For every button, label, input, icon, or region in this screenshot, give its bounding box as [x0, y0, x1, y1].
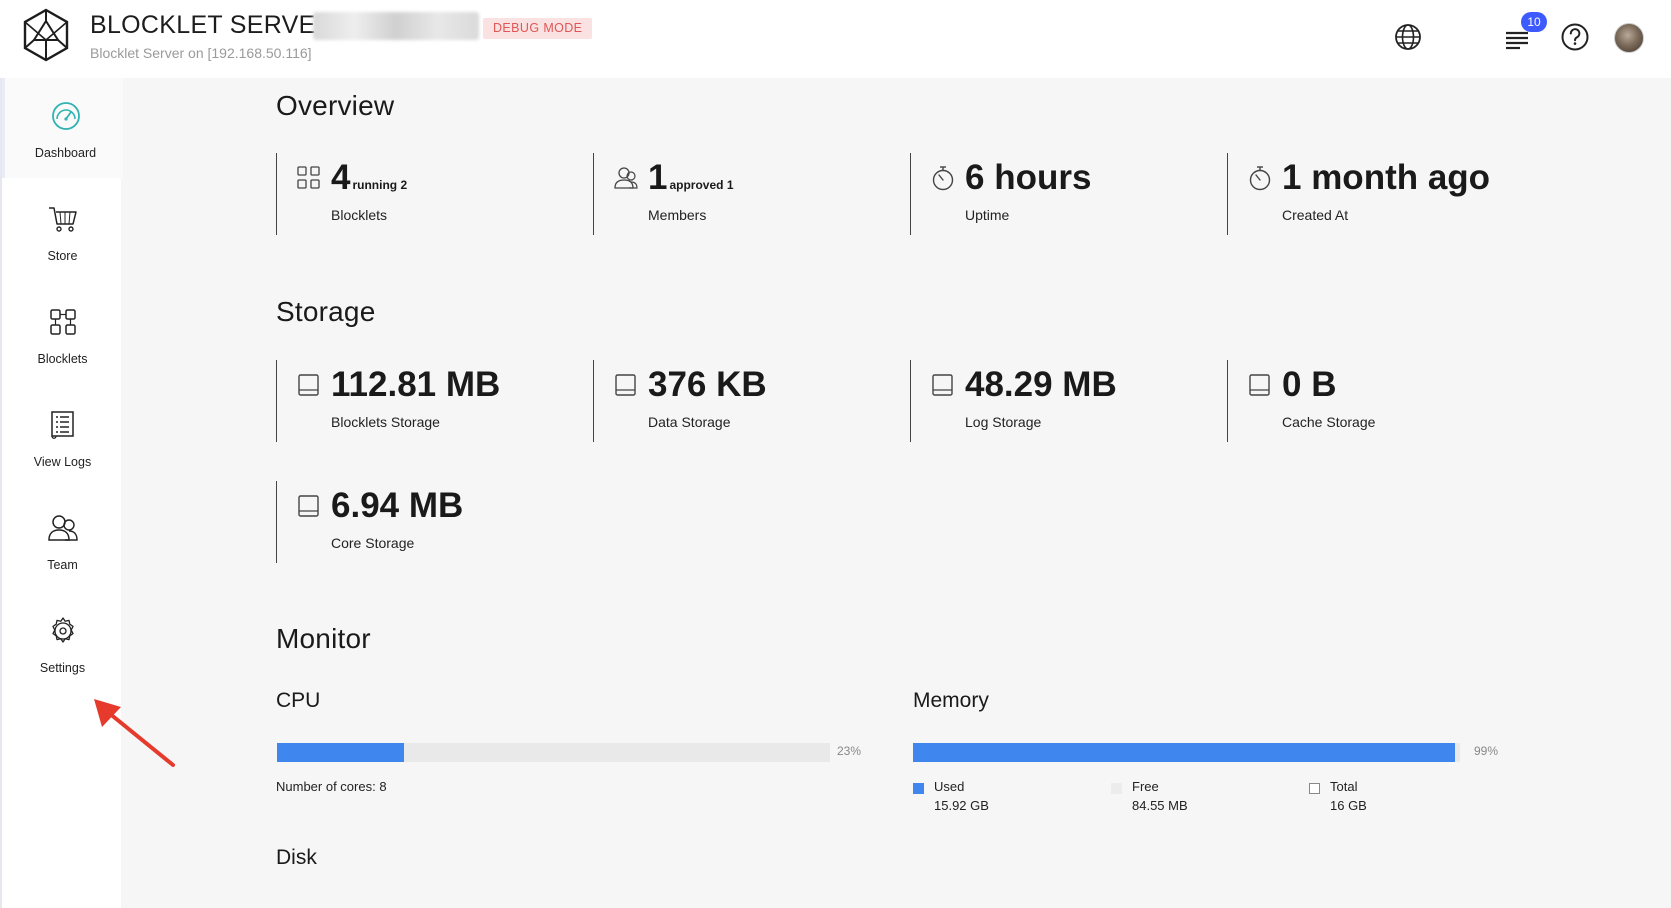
app-subtitle: Blocklet Server on [192.168.50.116] — [90, 45, 312, 61]
storage-value: 112.81 MB — [331, 365, 501, 404]
sidebar-item-blocklets[interactable]: Blocklets — [2, 284, 123, 384]
sidebar-item-team[interactable]: Team — [2, 490, 123, 590]
notification-count-badge[interactable]: 10 — [1521, 12, 1547, 32]
drive-icon — [297, 493, 321, 519]
storage-core: 6.94 MB Core Storage — [276, 481, 576, 563]
logs-icon — [47, 409, 79, 441]
stat-blocklets[interactable]: 4 running 2 Blocklets — [276, 153, 576, 235]
blocklet-logo-icon[interactable] — [22, 8, 70, 62]
sidebar-item-label: Settings — [39, 661, 86, 675]
stat-value: 1 month ago — [1282, 158, 1491, 197]
dashboard-gauge-icon — [50, 100, 82, 132]
storage-label: Data Storage — [648, 414, 731, 430]
stat-label: Members — [648, 207, 707, 223]
team-icon — [47, 512, 79, 544]
storage-data: 376 KB Data Storage — [593, 360, 893, 442]
gear-icon — [47, 615, 79, 647]
stopwatch-icon — [1248, 165, 1272, 191]
sidebar-item-label: View Logs — [33, 455, 92, 469]
storage-blocklets: 112.81 MB Blocklets Storage — [276, 360, 576, 442]
memory-percent-label: 99% — [1474, 744, 1499, 758]
drive-icon — [614, 372, 638, 398]
sidebar-item-settings[interactable]: Settings — [2, 593, 123, 693]
legend-label: Total — [1330, 779, 1358, 794]
storage-value: 6.94 MB — [331, 486, 464, 525]
user-avatar[interactable] — [1614, 23, 1644, 53]
storage-log: 48.29 MB Log Storage — [910, 360, 1210, 442]
legend-value: 84.55 MB — [1132, 798, 1188, 813]
store-cart-icon — [47, 203, 79, 235]
drive-icon — [1248, 372, 1272, 398]
stat-label: Uptime — [965, 207, 1010, 223]
memory-usage-fill — [913, 743, 1455, 762]
stat-label: Blocklets — [331, 207, 388, 223]
legend-value: 15.92 GB — [934, 798, 989, 813]
overview-title: Overview — [276, 90, 395, 121]
sidebar-item-dashboard[interactable]: Dashboard — [2, 78, 123, 178]
stat-sub: approved 1 — [669, 178, 734, 192]
stat-value: 1 approved 1 — [648, 158, 734, 197]
dashboard-main: Overview 4 running 2 Blocklets 1 approved … — [121, 78, 1671, 908]
sidebar-item-label: Blocklets — [37, 352, 88, 366]
cpu-title: CPU — [276, 689, 321, 712]
storage-label: Cache Storage — [1282, 414, 1376, 430]
storage-value: 376 KB — [648, 365, 767, 404]
monitor-title: Monitor — [276, 623, 371, 654]
storage-value: 48.29 MB — [965, 365, 1117, 404]
cpu-percent-label: 23% — [837, 744, 862, 758]
cpu-usage-bar — [277, 743, 830, 762]
cpu-usage-fill — [277, 743, 405, 762]
stat-value: 4 running 2 — [331, 158, 408, 197]
sidebar-item-label: Dashboard — [34, 146, 97, 160]
stat-uptime[interactable]: 6 hours Uptime — [910, 153, 1210, 235]
storage-label: Log Storage — [965, 414, 1042, 430]
storage-title: Storage — [276, 296, 376, 327]
memory-usage-bar — [913, 743, 1460, 762]
storage-label: Core Storage — [331, 535, 415, 551]
stat-sub: running 2 — [352, 178, 408, 192]
legend-label: Used — [934, 779, 965, 794]
sidebar-item-label: Store — [47, 249, 78, 263]
disk-title: Disk — [276, 846, 317, 869]
stat-members[interactable]: 1 approved 1 Members — [593, 153, 893, 235]
sidebar-item-store[interactable]: Store — [2, 181, 123, 281]
sidebar-nav: Dashboard Store Blocklets View Logs Team… — [0, 78, 123, 908]
legend-swatch — [913, 783, 924, 794]
app-title: BLOCKLET SERVER — [90, 11, 334, 39]
memory-title: Memory — [913, 689, 989, 712]
legend-swatch — [1111, 783, 1122, 794]
drive-icon — [931, 372, 955, 398]
help-icon[interactable] — [1560, 22, 1590, 52]
storage-cache: 0 B Cache Storage — [1227, 360, 1527, 442]
blocklets-grid-icon — [47, 306, 79, 338]
globe-icon[interactable] — [1393, 22, 1423, 52]
stat-value: 6 hours — [965, 158, 1092, 197]
stat-created-at[interactable]: 1 month ago Created At — [1227, 153, 1527, 235]
stat-label: Created At — [1282, 207, 1349, 223]
stopwatch-icon — [931, 165, 955, 191]
app-header: BLOCKLET SERVER DEBUG MODE Blocklet Serv… — [0, 0, 1671, 78]
drive-icon — [297, 372, 321, 398]
redacted-server-name — [313, 12, 479, 40]
debug-mode-badge: DEBUG MODE — [483, 18, 593, 39]
legend-value: 16 GB — [1330, 798, 1367, 813]
legend-label: Free — [1132, 779, 1159, 794]
legend-swatch — [1309, 783, 1320, 794]
sidebar-item-label: Team — [47, 558, 78, 572]
storage-label: Blocklets Storage — [331, 414, 440, 430]
members-icon — [614, 165, 638, 191]
blocklets-grid-icon — [297, 165, 321, 191]
sidebar-item-view-logs[interactable]: View Logs — [2, 387, 123, 487]
storage-value: 0 B — [1282, 365, 1337, 404]
cpu-cores-text: Number of cores: 8 — [276, 779, 387, 794]
